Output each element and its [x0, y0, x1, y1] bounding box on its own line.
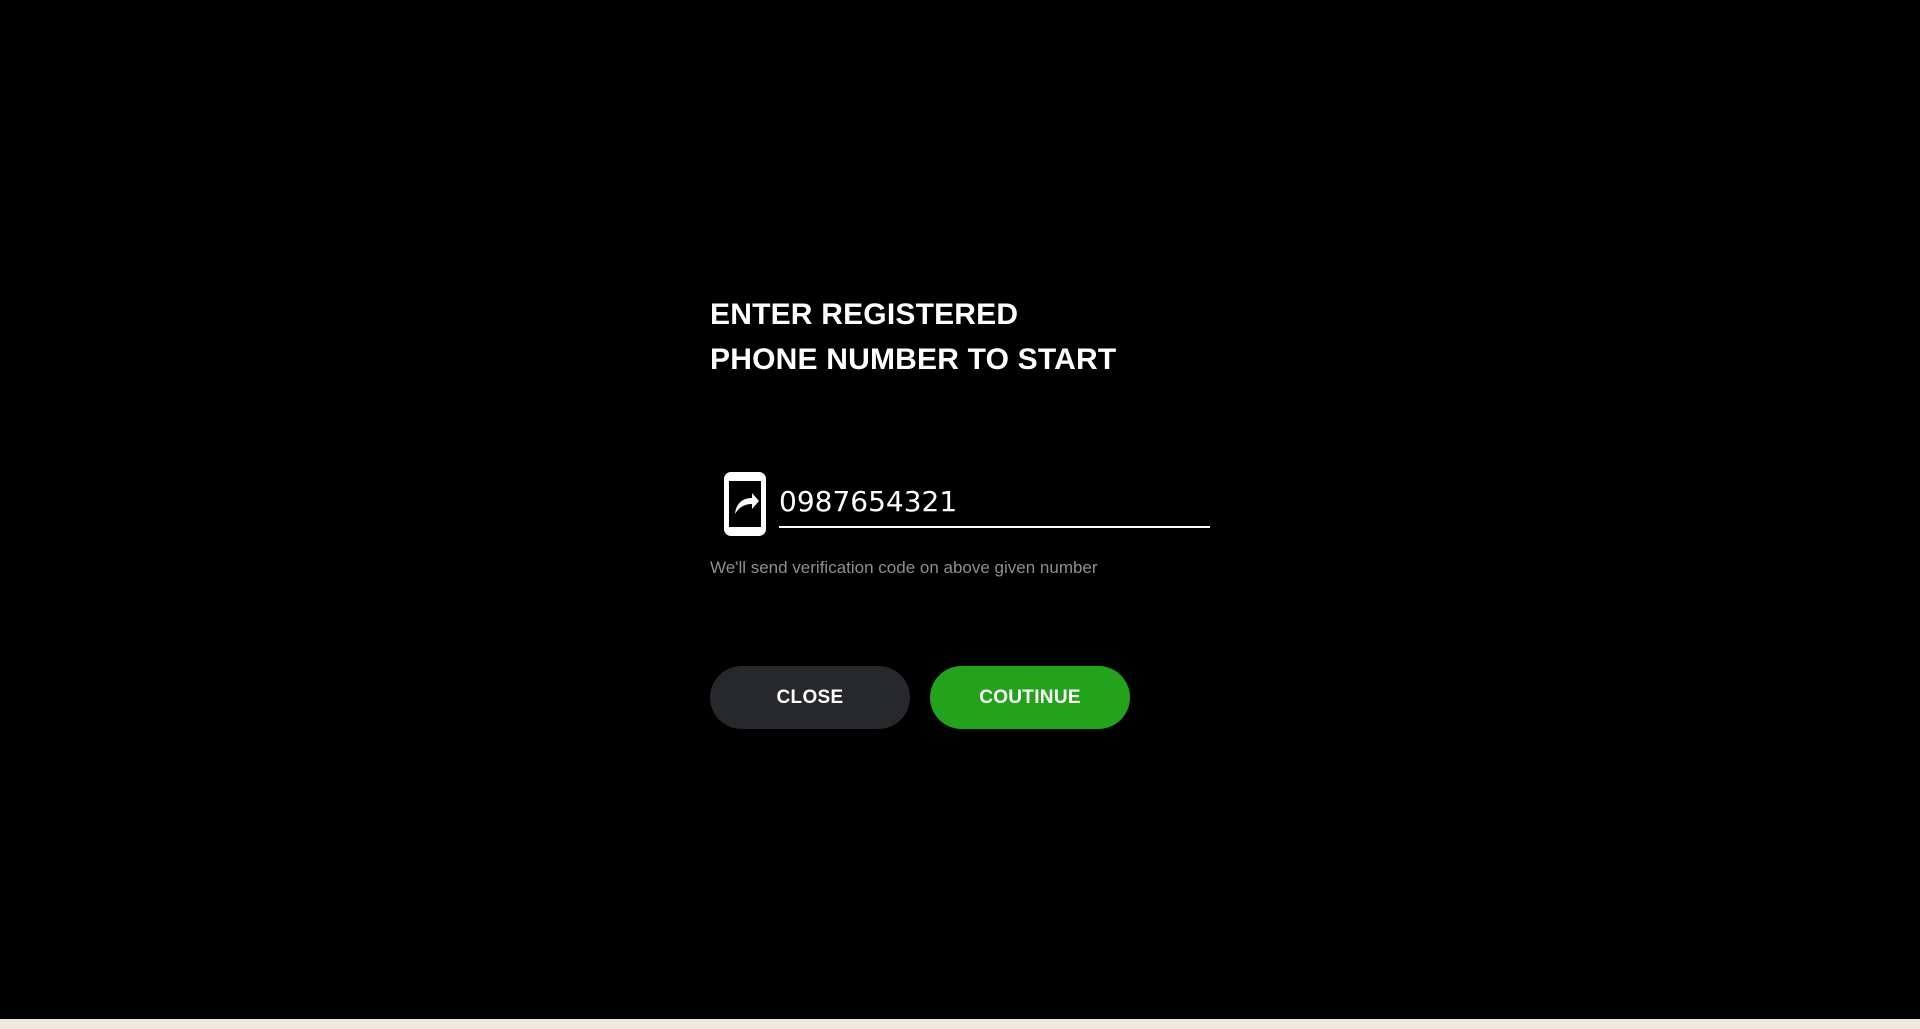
phone-field-row: [710, 472, 1210, 536]
login-panel: ENTER REGISTERED PHONE NUMBER TO START W…: [710, 292, 1230, 729]
button-row: CLOSE COUTINUE: [710, 666, 1230, 729]
bottom-strip: [0, 1019, 1920, 1029]
title-line-1: ENTER REGISTERED: [710, 298, 1019, 331]
page-title: ENTER REGISTERED PHONE NUMBER TO START: [710, 292, 1230, 382]
continue-button[interactable]: COUTINUE: [930, 666, 1130, 729]
title-line-2: PHONE NUMBER TO START: [710, 343, 1117, 376]
page: ENTER REGISTERED PHONE NUMBER TO START W…: [0, 0, 1920, 1020]
phone-number-input[interactable]: [779, 476, 1210, 528]
close-button[interactable]: CLOSE: [710, 666, 910, 729]
helper-text: We'll send verification code on above gi…: [710, 558, 1098, 577]
phone-forward-icon: [724, 472, 766, 536]
